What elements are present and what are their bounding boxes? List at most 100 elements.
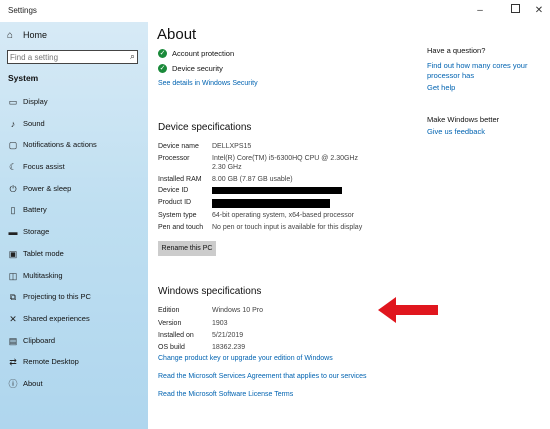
installed-on-value: 5/21/2019	[212, 332, 244, 339]
device-specs-heading: Device specifications	[158, 122, 252, 133]
spec-label: Installed RAM	[158, 176, 202, 183]
battery-icon: ▯	[10, 205, 16, 216]
sidebar-item-label: About	[23, 378, 43, 388]
sound-icon: ♪	[10, 118, 16, 129]
home-icon: ⌂	[7, 30, 14, 41]
services-agreement-link[interactable]: Read the Microsoft Services Agreement th…	[158, 373, 367, 380]
feedback-link[interactable]: Give us feedback	[427, 127, 485, 137]
sidebar-item-focus-assist[interactable]: ☾ Focus assist	[0, 158, 148, 180]
sidebar-item-label: Battery	[23, 205, 47, 215]
question-heading: Have a question?	[427, 46, 486, 55]
sidebar-item-notifications[interactable]: ▢ Notifications & actions	[0, 136, 148, 158]
red-arrow-annotation	[378, 297, 438, 323]
spec-label: OS build	[158, 344, 185, 351]
settings-window: Settings – ✕ ⌂ Home ⌕ System ▭ Display ♪…	[0, 0, 550, 429]
minimize-button[interactable]: –	[467, 2, 493, 20]
ram-value: 8.00 GB (7.87 GB usable)	[212, 176, 293, 183]
os-build-value: 18362.239	[212, 344, 246, 351]
spec-label: Edition	[158, 307, 180, 314]
sidebar-item-about[interactable]: ⓘ About	[0, 375, 148, 397]
sidebar-item-power-sleep[interactable]: ⏻ Power & sleep	[0, 180, 148, 202]
main-content: About ✓ Account protection ✓ Device secu…	[148, 22, 550, 429]
better-heading: Make Windows better	[427, 115, 500, 124]
security-item-label: Account protection	[172, 49, 235, 58]
processor-value: Intel(R) Core(TM) i5-6300HQ CPU @ 2.30GH…	[212, 155, 358, 162]
sidebar-item-label: Clipboard	[23, 335, 56, 345]
sidebar-item-label: Tablet mode	[23, 248, 64, 258]
window-title: Settings	[8, 6, 37, 15]
minimize-icon: –	[477, 5, 483, 16]
version-value: 1903	[212, 320, 228, 327]
change-product-key-link[interactable]: Change product key or upgrade your editi…	[158, 355, 333, 362]
windows-security-link[interactable]: See details in Windows Security	[158, 80, 258, 87]
device-id-redaction	[212, 187, 342, 194]
sidebar-item-display[interactable]: ▭ Display	[0, 93, 148, 115]
clipboard-icon: ▤	[8, 335, 18, 346]
windows-specs-heading: Windows specifications	[158, 286, 262, 297]
spec-label: Device ID	[158, 187, 189, 194]
sidebar-item-label: Sound	[23, 118, 45, 128]
maximize-button[interactable]	[502, 2, 528, 20]
notifications-icon: ▢	[8, 140, 18, 151]
tablet-icon: ▣	[8, 248, 18, 259]
storage-icon: ▬	[8, 227, 18, 238]
sidebar-item-label: Focus assist	[23, 162, 65, 172]
display-icon: ▭	[8, 97, 18, 107]
sidebar: ⌂ Home ⌕ System ▭ Display ♪ Sound ▢ Noti…	[0, 22, 148, 429]
sidebar-item-label: Shared experiences	[23, 313, 90, 323]
sidebar-item-label: Display	[23, 97, 48, 106]
check-icon: ✓	[158, 49, 167, 58]
search-input[interactable]	[10, 51, 120, 63]
sidebar-item-projecting[interactable]: ⧉ Projecting to this PC	[0, 288, 148, 310]
spec-label: Pen and touch	[158, 224, 204, 231]
search-icon: ⌕	[129, 51, 135, 61]
title-bar: Settings – ✕	[0, 0, 550, 22]
device-name-value: DELLXPS15	[212, 143, 252, 150]
sidebar-item-tablet-mode[interactable]: ▣ Tablet mode	[0, 245, 148, 267]
sidebar-item-clipboard[interactable]: ▤ Clipboard	[0, 332, 148, 354]
cores-link[interactable]: Find out how many cores your processor h…	[427, 61, 545, 81]
spec-label: System type	[158, 212, 197, 219]
maximize-icon	[510, 4, 520, 13]
info-icon: ⓘ	[8, 378, 18, 389]
processor-speed-value: 2.30 GHz	[212, 164, 242, 171]
search-box[interactable]: ⌕	[7, 50, 138, 64]
close-button[interactable]: ✕	[526, 2, 550, 20]
sidebar-item-sound[interactable]: ♪ Sound	[0, 115, 148, 137]
sidebar-section-label: System	[8, 73, 39, 83]
sidebar-item-label: Storage	[23, 227, 50, 237]
sidebar-item-battery[interactable]: ▯ Battery	[0, 201, 148, 223]
sidebar-item-multitasking[interactable]: ◫ Multitasking	[0, 267, 148, 289]
product-id-redaction	[212, 199, 330, 208]
projecting-icon: ⧉	[9, 292, 17, 303]
shared-icon: ✕	[9, 313, 17, 324]
focus-assist-icon: ☾	[8, 162, 18, 173]
spec-label: Device name	[158, 143, 199, 150]
sidebar-item-storage[interactable]: ▬ Storage	[0, 223, 148, 245]
spec-label: Processor	[158, 155, 190, 162]
edition-value: Windows 10 Pro	[212, 307, 263, 314]
spec-label: Product ID	[158, 199, 192, 206]
page-title: About	[157, 26, 197, 43]
sidebar-nav: ▭ Display ♪ Sound ▢ Notifications & acti…	[0, 93, 148, 397]
sidebar-item-shared-experiences[interactable]: ✕ Shared experiences	[0, 310, 148, 332]
remote-desktop-icon: ⇄	[9, 357, 17, 368]
multitasking-icon: ◫	[8, 270, 18, 281]
close-icon: ✕	[534, 5, 544, 16]
check-icon: ✓	[158, 64, 167, 73]
license-terms-link[interactable]: Read the Microsoft Software License Term…	[158, 391, 293, 398]
sidebar-home-label: Home	[23, 30, 48, 40]
get-help-link[interactable]: Get help	[427, 83, 455, 93]
rename-pc-button[interactable]: Rename this PC	[158, 241, 216, 256]
system-type-value: 64-bit operating system, x64-based proce…	[212, 212, 355, 219]
sidebar-item-label: Multitasking	[23, 270, 63, 280]
sidebar-item-label: Remote Desktop	[23, 357, 79, 367]
sidebar-item-label: Projecting to this PC	[23, 292, 91, 302]
power-icon: ⏻	[9, 183, 17, 194]
security-item-label: Device security	[172, 64, 223, 73]
sidebar-item-remote-desktop[interactable]: ⇄ Remote Desktop	[0, 353, 148, 375]
sidebar-item-label: Power & sleep	[23, 183, 72, 193]
pen-touch-value: No pen or touch input is available for t…	[212, 224, 363, 231]
spec-label: Version	[158, 320, 182, 327]
sidebar-home[interactable]: ⌂ Home	[7, 29, 137, 43]
